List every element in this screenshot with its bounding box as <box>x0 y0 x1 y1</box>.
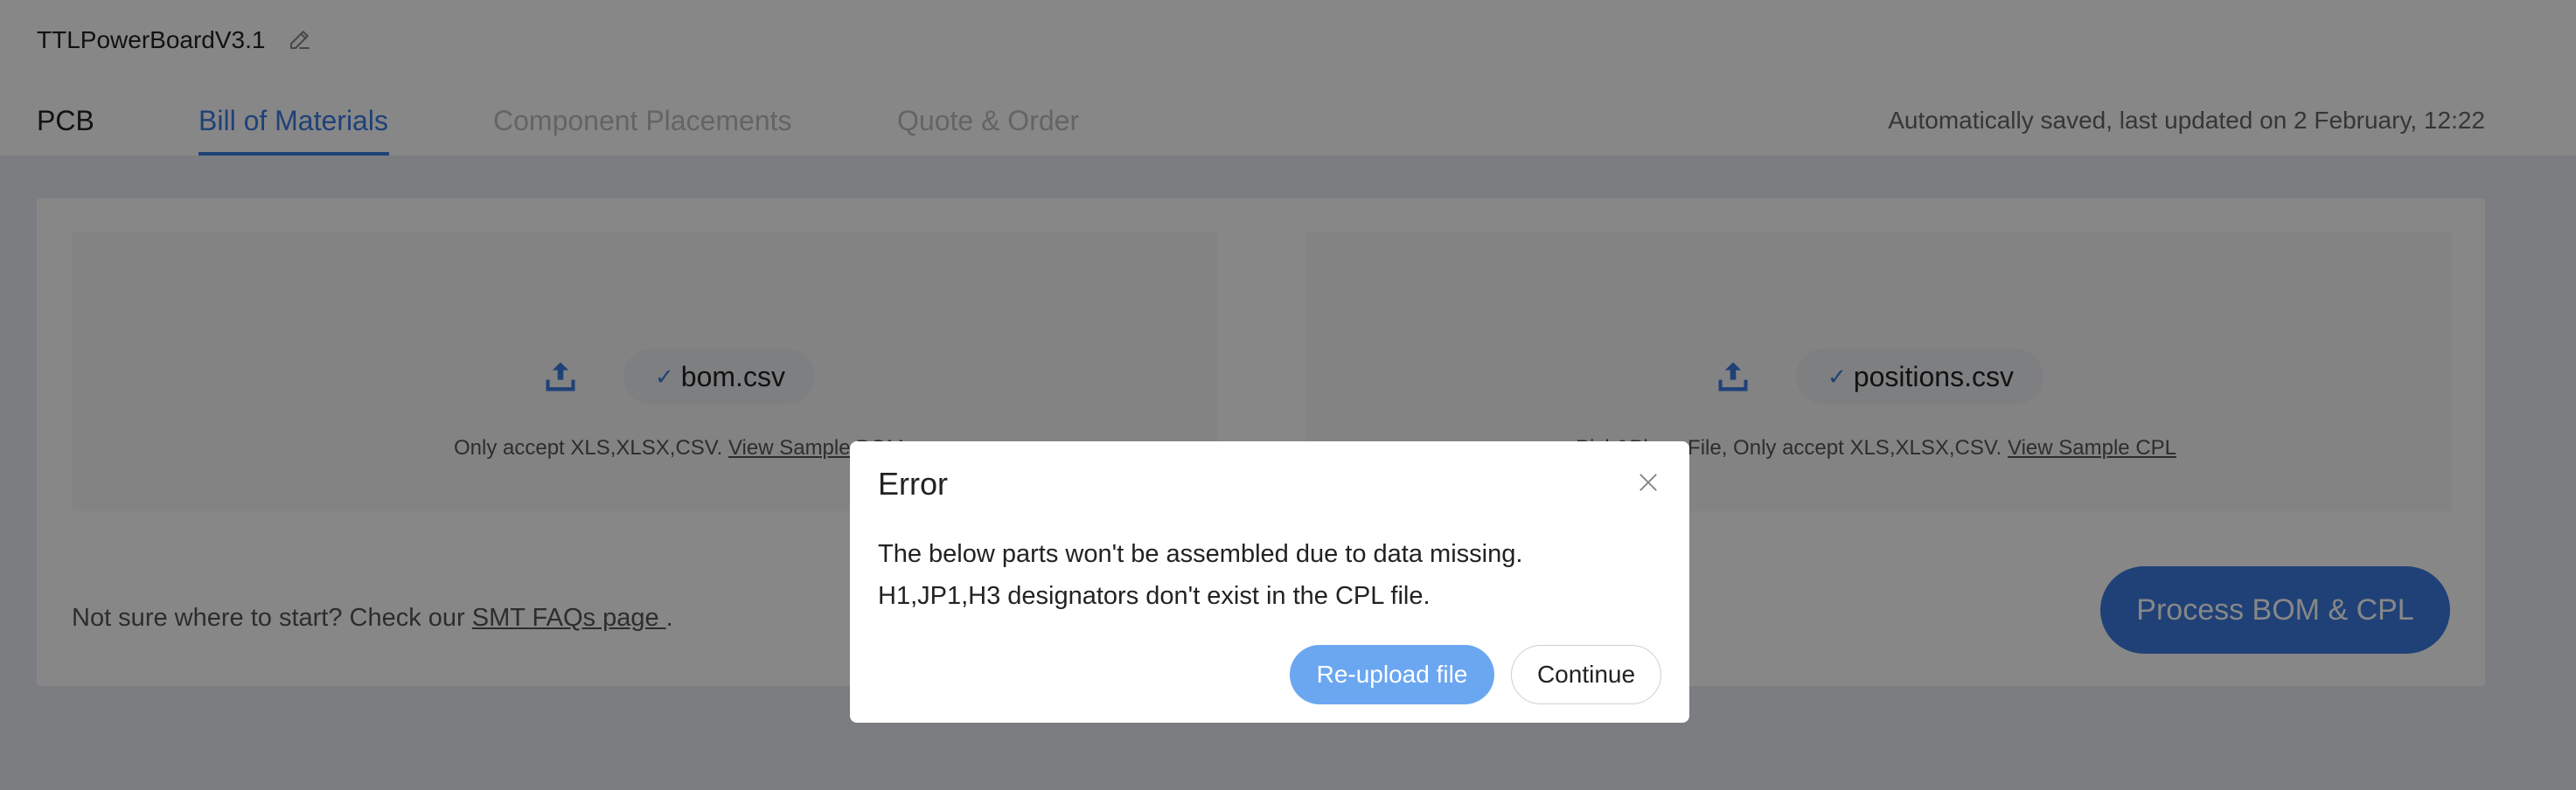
continue-button[interactable]: Continue <box>1511 645 1661 704</box>
dialog-message-line-2: H1,JP1,H3 designators don't exist in the… <box>878 582 1431 610</box>
close-icon[interactable] <box>1637 471 1660 494</box>
dialog-title: Error <box>878 466 948 502</box>
error-dialog: Error The below parts won't be assembled… <box>850 441 1689 723</box>
dialog-message-line-1: The below parts won't be assembled due t… <box>878 540 1523 568</box>
reupload-file-button[interactable]: Re-upload file <box>1290 645 1494 704</box>
